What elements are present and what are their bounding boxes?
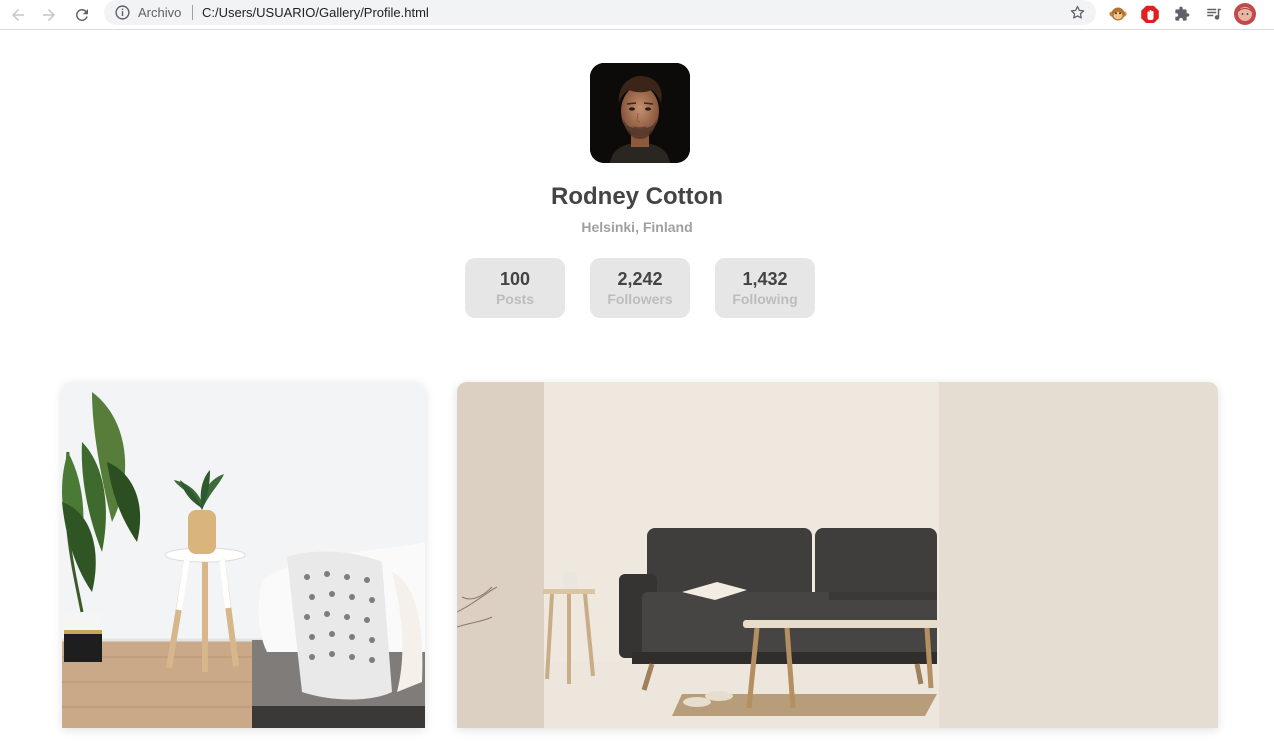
hand-stop-icon (1141, 5, 1159, 23)
media-control-button[interactable] (1203, 3, 1225, 25)
stat-posts[interactable]: 100 Posts (465, 258, 565, 318)
monkey-icon (1109, 7, 1127, 21)
forward-button[interactable] (37, 3, 61, 27)
stat-value: 2,242 (617, 269, 663, 289)
profile-name: Rodney Cotton (551, 183, 723, 210)
user-avatar-icon (1234, 3, 1256, 25)
extension-stop-button[interactable] (1139, 3, 1161, 25)
extensions-menu-button[interactable] (1171, 3, 1193, 25)
stat-label: Followers (607, 291, 673, 307)
reload-button[interactable] (70, 3, 94, 27)
address-divider (192, 5, 193, 20)
extension-monkey-button[interactable] (1107, 3, 1129, 25)
stat-value: 1,432 (742, 269, 788, 289)
playlist-icon (1207, 8, 1221, 20)
profile-avatar-button[interactable] (1234, 3, 1256, 25)
info-icon[interactable] (114, 4, 131, 21)
back-button[interactable] (6, 3, 30, 27)
gallery-photo-living-room[interactable] (457, 382, 1218, 728)
stat-followers[interactable]: 2,242 Followers (590, 258, 690, 318)
browser-toolbar: Archivo C:/Users/USUARIO/Gallery/Profile… (0, 0, 1274, 30)
arrow-right-icon (43, 9, 55, 21)
url-text[interactable]: C:/Users/USUARIO/Gallery/Profile.html (202, 5, 429, 20)
profile-location: Helsinki, Finland (581, 219, 693, 235)
arrow-left-icon (12, 9, 24, 21)
stat-value: 100 (499, 269, 531, 289)
stat-label: Following (732, 291, 798, 307)
profile-photo (590, 63, 690, 163)
living-room-sofa-photo (457, 382, 1218, 728)
reload-icon (75, 8, 88, 21)
address-bar[interactable]: Archivo C:/Users/USUARIO/Gallery/Profile… (104, 0, 1096, 25)
puzzle-icon (1175, 6, 1190, 21)
stat-following[interactable]: 1,432 Following (715, 258, 815, 318)
stat-label: Posts (495, 291, 535, 307)
site-info-label[interactable]: Archivo (138, 5, 181, 20)
bedroom-photo (62, 382, 425, 728)
bookmark-star-icon[interactable] (1069, 4, 1086, 21)
gallery-photo-bedroom[interactable] (62, 382, 425, 728)
